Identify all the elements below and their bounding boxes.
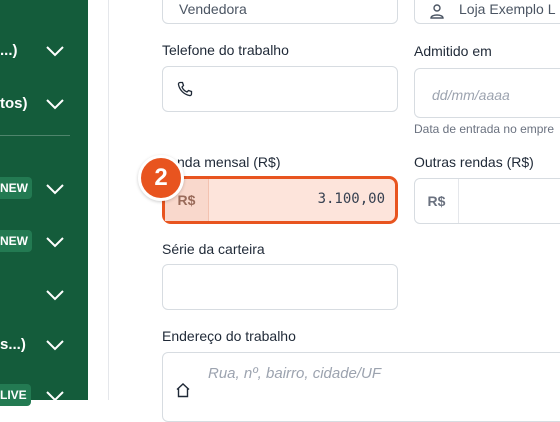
loja-input[interactable]: Loja Exemplo L: [414, 0, 560, 24]
admitido-em-hint: Data de entrada no empre: [414, 122, 555, 136]
telefone-trabalho-input[interactable]: [162, 66, 398, 112]
outras-rendas-input[interactable]: R$: [414, 178, 560, 224]
sidebar-item-7[interactable]: LIVE: [0, 381, 88, 411]
outras-rendas-label: Outras rendas (R$): [414, 154, 534, 170]
telefone-trabalho-label: Telefone do trabalho: [162, 42, 289, 58]
phone-icon: [177, 81, 193, 97]
user-icon: [430, 4, 444, 19]
endereco-trabalho-label: Endereço do trabalho: [162, 328, 296, 344]
renda-mensal-value: 3.100,00: [317, 191, 385, 207]
chevron-down-icon: [46, 46, 64, 57]
renda-mensal-label: nda mensal (R$): [177, 154, 281, 170]
chevron-down-icon: [46, 290, 64, 301]
house-icon: [176, 383, 190, 398]
chevron-down-icon: [46, 340, 64, 351]
sidebar-item-2[interactable]: tos): [0, 89, 88, 119]
sidebar-item-4[interactable]: NEW: [0, 227, 88, 257]
new-badge: NEW: [0, 230, 32, 252]
chevron-down-icon: [46, 184, 64, 195]
sidebar-divider: [0, 135, 70, 136]
endereco-trabalho-input[interactable]: Rua, nº, bairro, cidade/UF: [162, 352, 560, 422]
endereco-trabalho-placeholder: Rua, nº, bairro, cidade/UF: [208, 365, 382, 382]
sidebar-item-5[interactable]: [0, 280, 88, 310]
sidebar-item-1[interactable]: ...): [0, 36, 88, 66]
live-badge: LIVE: [0, 384, 31, 406]
new-badge: NEW: [0, 177, 32, 199]
sidebar-item-6[interactable]: s...): [0, 330, 88, 360]
chevron-down-icon: [46, 99, 64, 110]
cargo-value: Vendedora: [179, 1, 247, 17]
renda-mensal-input[interactable]: R$ 3.100,00: [162, 176, 398, 224]
step-badge: 2: [138, 155, 184, 201]
serie-carteira-label: Série da carteira: [162, 241, 265, 257]
admitido-em-label: Admitido em: [414, 43, 492, 59]
cargo-input[interactable]: Vendedora: [162, 0, 398, 24]
sidebar-item-label: ...): [0, 42, 18, 59]
chevron-down-icon: [46, 391, 64, 402]
sidebar-item-label: tos): [0, 95, 28, 112]
admitido-em-placeholder: dd/mm/aaaa: [432, 87, 510, 103]
currency-prefix: R$: [415, 179, 459, 223]
serie-carteira-input[interactable]: [162, 264, 398, 310]
admitido-em-input[interactable]: dd/mm/aaaa: [414, 68, 560, 118]
sidebar: ...) tos) NEW NEW s...) LIVE: [0, 0, 88, 406]
sidebar-item-3[interactable]: NEW: [0, 174, 88, 204]
loja-value: Loja Exemplo L: [459, 1, 556, 17]
chevron-down-icon: [46, 237, 64, 248]
content-border: [108, 0, 109, 400]
sidebar-item-label: s...): [0, 336, 26, 353]
